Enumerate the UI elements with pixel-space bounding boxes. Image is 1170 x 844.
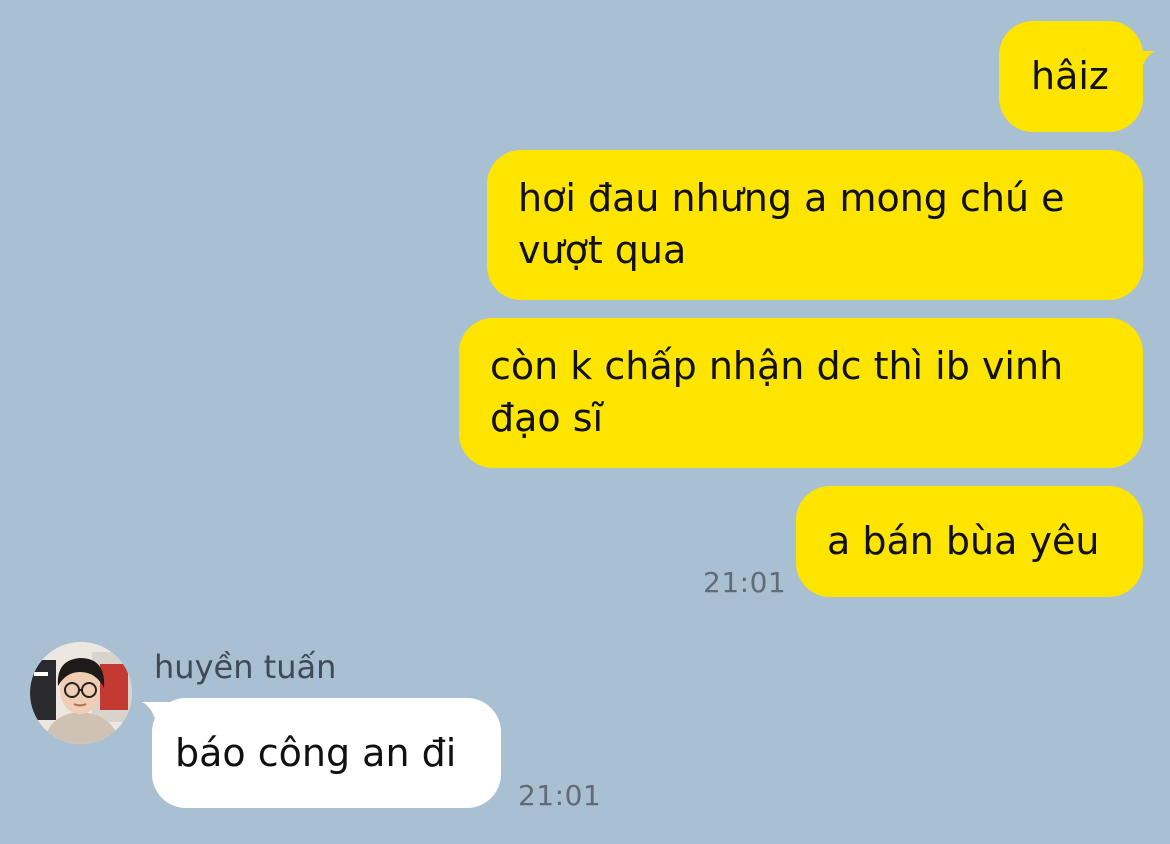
profile-photo-icon [30, 642, 132, 744]
message-timestamp: 21:01 [518, 779, 602, 812]
message-text: hơi đau nhưng a mong chú e vượt qua [518, 176, 1065, 272]
message-timestamp: 21:01 [703, 566, 787, 599]
message-text: báo công an đi [175, 731, 457, 775]
message-text: còn k chấp nhận dc thì ib vinh đạo sĩ [490, 344, 1064, 440]
sender-avatar[interactable] [30, 642, 132, 744]
outgoing-message-bubble[interactable]: còn k chấp nhận dc thì ib vinh đạo sĩ [459, 318, 1143, 468]
bubble-tail-icon [142, 702, 170, 730]
incoming-message-bubble[interactable]: báo công an đi [142, 698, 501, 808]
bubble-tail-icon [1127, 51, 1155, 79]
outgoing-message-bubble[interactable]: a bán bùa yêu [796, 486, 1143, 597]
message-text: a bán bùa yêu [827, 519, 1100, 563]
outgoing-message-bubble[interactable]: hâiz [999, 21, 1155, 132]
sender-name: huyền tuấn [154, 648, 337, 686]
chat-screen: { "messages": [ { "direction": "outgoing… [0, 0, 1170, 844]
outgoing-message-bubble[interactable]: hơi đau nhưng a mong chú e vượt qua [487, 150, 1143, 300]
